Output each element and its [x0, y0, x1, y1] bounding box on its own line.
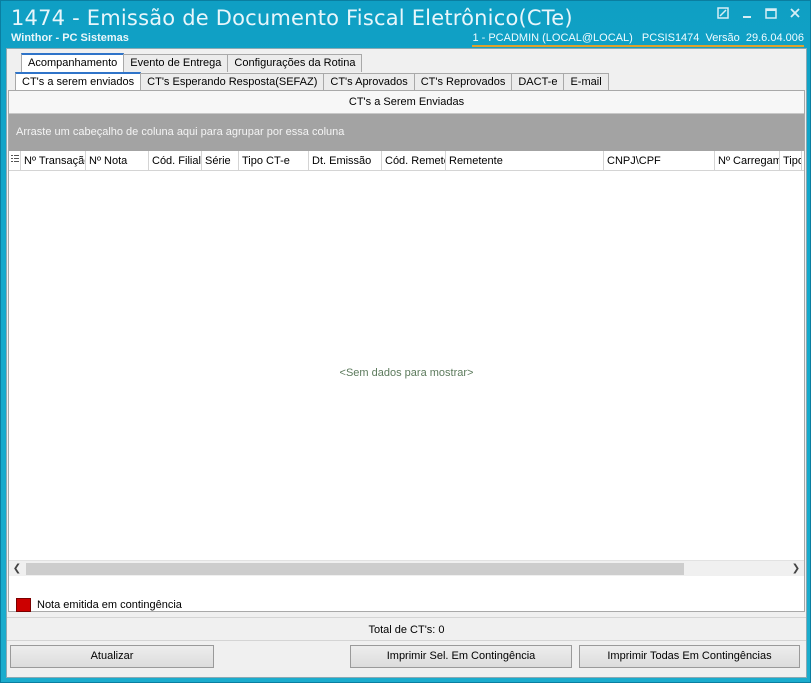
print-selected-contingency-button[interactable]: Imprimir Sel. Em Contingência	[350, 645, 572, 668]
column-header-transacao[interactable]: Nº Transação	[21, 151, 86, 170]
app-window: 1474 - Emissão de Documento Fiscal Eletr…	[0, 0, 811, 683]
minimize-icon[interactable]	[740, 7, 754, 21]
sub-tabs: CT's a serem enviados CT's Esperando Res…	[15, 71, 609, 91]
tab-cts-aprovados[interactable]: CT's Aprovados	[323, 73, 415, 91]
refresh-button[interactable]: Atualizar	[10, 645, 214, 668]
system-info: 1 - PCADMIN (LOCAL@LOCAL) PCSIS1474 Vers…	[472, 32, 804, 47]
column-header-nota[interactable]: Nº Nota	[86, 151, 149, 170]
tab-dact-e[interactable]: DACT-e	[511, 73, 565, 91]
restore-icon[interactable]	[716, 7, 730, 21]
scroll-thumb[interactable]	[26, 563, 684, 575]
column-chooser-icon[interactable]	[9, 151, 21, 170]
contingency-color-swatch	[16, 598, 31, 612]
column-header-remetente[interactable]: Remetente	[446, 151, 604, 170]
column-header-serie[interactable]: Série	[202, 151, 239, 170]
tab-cts-reprovados[interactable]: CT's Reprovados	[413, 73, 513, 91]
tab-cts-esperando-resposta[interactable]: CT's Esperando Resposta(SEFAZ)	[140, 73, 325, 91]
column-header-cnpj-cpf[interactable]: CNPJ\CPF	[604, 151, 715, 170]
column-header-dt-emissao[interactable]: Dt. Emissão	[309, 151, 382, 170]
window-title: 1474 - Emissão de Documento Fiscal Eletr…	[11, 6, 573, 30]
tab-email[interactable]: E-mail	[563, 73, 609, 91]
grid-header: Nº Transação Nº Nota Cód. Filial Série T…	[9, 151, 804, 171]
cts-panel: CT's a Serem Enviadas Arraste um cabeçal…	[8, 90, 805, 612]
total-count: Total de CT's: 0	[7, 617, 806, 641]
close-icon[interactable]	[788, 7, 802, 21]
tab-configuracoes-da-rotina[interactable]: Configurações da Rotina	[227, 54, 363, 72]
title-bar[interactable]: 1474 - Emissão de Documento Fiscal Eletr…	[1, 1, 810, 47]
tab-cts-a-serem-enviados[interactable]: CT's a serem enviados	[15, 72, 142, 91]
maximize-icon[interactable]	[764, 7, 778, 21]
grid-body[interactable]: <Sem dados para mostrar> ❮ ❯	[9, 172, 804, 576]
column-header-cod-remetente[interactable]: Cód. Remetente	[382, 151, 446, 170]
window-subtitle: Winthor - PC Sistemas	[11, 32, 129, 44]
scroll-left-icon[interactable]: ❮	[9, 561, 25, 576]
window-controls	[716, 7, 802, 21]
print-all-contingency-button[interactable]: Imprimir Todas Em Contingências	[579, 645, 800, 668]
column-header-carregamento[interactable]: Nº Carregamento	[715, 151, 780, 170]
column-header-tipo-cte[interactable]: Tipo CT-e	[239, 151, 309, 170]
group-by-area[interactable]: Arraste um cabeçalho de coluna aqui para…	[9, 114, 804, 151]
empty-grid-message: <Sem dados para mostrar>	[339, 367, 474, 379]
tab-evento-de-entrega[interactable]: Evento de Entrega	[123, 54, 229, 72]
legend-label: Nota emitida em contingência	[37, 599, 182, 611]
panel-title: CT's a Serem Enviadas	[9, 91, 804, 114]
main-tabs: Acompanhamento Evento de Entrega Configu…	[21, 52, 363, 72]
main-client-area: Acompanhamento Evento de Entrega Configu…	[6, 48, 807, 678]
column-header-filial[interactable]: Cód. Filial	[149, 151, 202, 170]
scroll-right-icon[interactable]: ❯	[788, 561, 804, 576]
horizontal-scrollbar[interactable]: ❮ ❯	[9, 560, 804, 576]
column-header-tipo-d[interactable]: Tipo D	[780, 151, 802, 170]
legend: Nota emitida em contingência	[16, 597, 182, 613]
tab-acompanhamento[interactable]: Acompanhamento	[21, 53, 125, 72]
